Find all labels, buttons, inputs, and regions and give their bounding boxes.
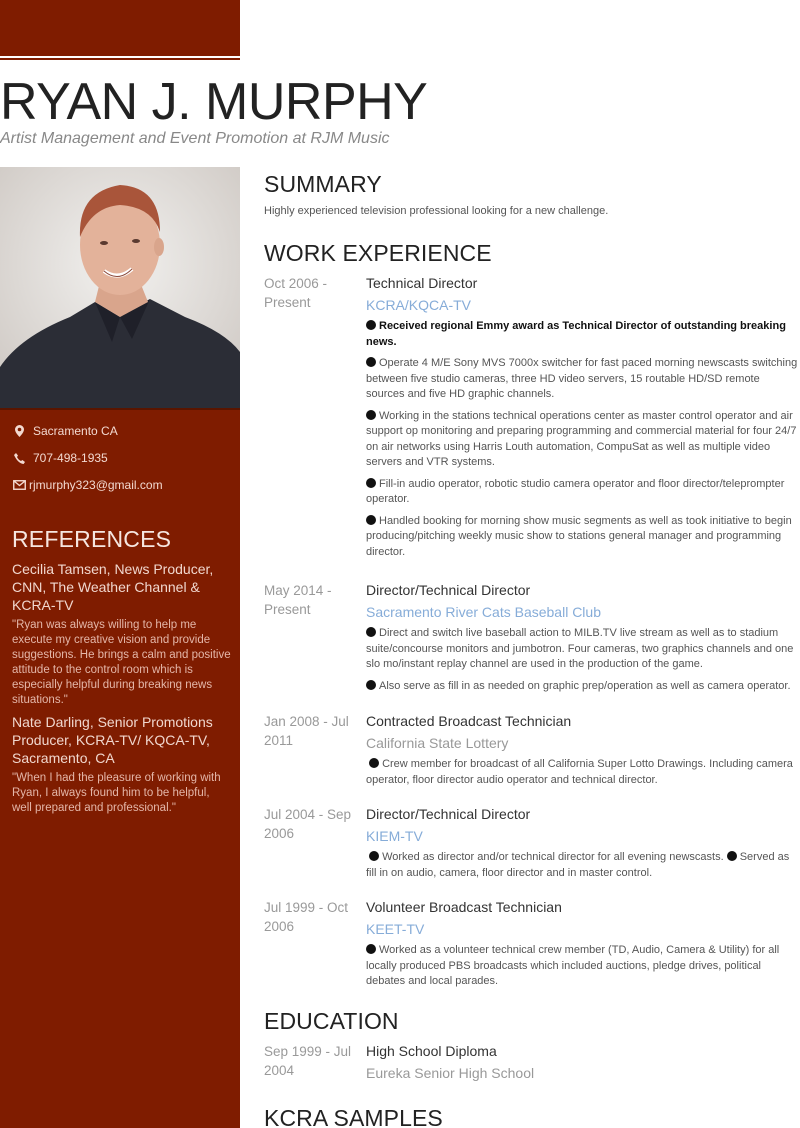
profile-photo (0, 167, 240, 410)
bullet-dot-icon (366, 409, 376, 420)
job-title: Director/Technical Director (366, 806, 531, 822)
job-title: Volunteer Broadcast Technician (366, 899, 562, 915)
envelope-icon (12, 478, 26, 492)
job-company-link[interactable]: Sacramento River Cats Baseball Club (366, 603, 800, 622)
contact-location: Sacramento CA (12, 424, 118, 438)
reference-quote: "Ryan was always willing to help me exec… (12, 619, 231, 706)
job-bullet: Working in the stations technical operat… (366, 409, 797, 468)
references-heading: REFERENCES (12, 526, 172, 552)
job-bullet: Also serve as fill in as needed on graph… (366, 679, 800, 695)
bullet-dot-icon (366, 627, 376, 637)
candidate-name: RYAN J. MURPHY (0, 73, 428, 131)
header-banner (0, 0, 240, 56)
job-title: Technical Director (366, 275, 478, 291)
job-title: Contracted Broadcast Technician (366, 713, 572, 729)
reference-quote: "When I had the pleasure of working with… (12, 772, 221, 814)
job-title: Director/Technical Director (366, 582, 531, 598)
job-date: May 2014 - Present (264, 583, 332, 617)
bullet-dot-icon (366, 320, 376, 330)
education-school: Eureka Senior High School (366, 1065, 535, 1081)
job-bullet: Worked as director and/or technical dire… (366, 851, 790, 879)
photo-divider (0, 408, 240, 410)
reference-name: Nate Darling, Senior Promotions Producer… (12, 714, 213, 766)
samples-heading: KCRA SAMPLES (264, 1105, 443, 1128)
contact-location-text: Sacramento CA (33, 424, 118, 438)
job-company-link[interactable]: KCRA/KQCA-TV (366, 296, 800, 315)
job-bullet: Fill-in audio operator, robotic studio c… (366, 477, 785, 505)
job-bullet: Operate 4 M/E Sony MVS 7000x switcher fo… (366, 357, 798, 400)
contact-phone: 707-498-1935 (12, 451, 108, 465)
bullet-dot-icon (366, 944, 376, 954)
job-bullet: Crew member for broadcast of all Califor… (366, 758, 793, 786)
job-company: California State Lottery (366, 735, 509, 751)
job-bullet: Received regional Emmy award as Technica… (366, 320, 786, 348)
job-date: Oct 2006 - Present (264, 276, 328, 310)
job-bullet: Worked as a volunteer technical crew mem… (366, 944, 780, 987)
sidebar: Sacramento CA 707-498-1935 rjmurphy323@g… (0, 167, 240, 1128)
bullet-dot-icon (366, 357, 376, 367)
map-marker-icon (12, 424, 26, 438)
reference-item: Nate Darling, Senior Promotions Producer… (12, 713, 232, 816)
job-date: Jan 2008 - Jul 2011 (264, 714, 349, 748)
education-date: Sep 1999 - Jul 2004 (264, 1044, 352, 1078)
contact-email-text[interactable]: rjmurphy323@gmail.com (29, 478, 163, 492)
contact-email: rjmurphy323@gmail.com (12, 478, 163, 492)
bullet-dot-icon (366, 477, 376, 488)
work-experience-heading: WORK EXPERIENCE (264, 240, 492, 266)
summary-heading: SUMMARY (264, 171, 382, 197)
contact-phone-text[interactable]: 707-498-1935 (33, 451, 108, 465)
job-date: Jul 2004 - Sep 2006 (264, 807, 352, 841)
bullet-dot-icon (366, 514, 376, 525)
job-company-link[interactable]: KIEM-TV (366, 827, 800, 846)
reference-name: Cecilia Tamsen, News Producer, CNN, The … (12, 561, 214, 613)
job-bullet: Direct and switch live baseball action t… (366, 627, 794, 670)
bullet-dot-icon (369, 758, 380, 768)
bullet-dot-icon (366, 679, 376, 690)
reference-item: Cecilia Tamsen, News Producer, CNN, The … (12, 560, 232, 708)
header-rule (0, 58, 240, 60)
job-bullet: Handled booking for morning show music s… (366, 514, 792, 558)
education-degree: High School Diploma (366, 1043, 497, 1059)
job-date: Jul 1999 - Oct 2006 (264, 900, 349, 934)
education-heading: EDUCATION (264, 1008, 399, 1034)
bullet-dot-icon (369, 851, 380, 861)
bullet-dot-icon (726, 851, 737, 861)
profile-photo-illustration (0, 167, 240, 410)
phone-icon (12, 451, 26, 465)
summary-text: Highly experienced television profession… (264, 205, 609, 217)
job-company-link[interactable]: KEET-TV (366, 920, 800, 939)
candidate-headline: Artist Management and Event Promotion at… (0, 130, 390, 147)
